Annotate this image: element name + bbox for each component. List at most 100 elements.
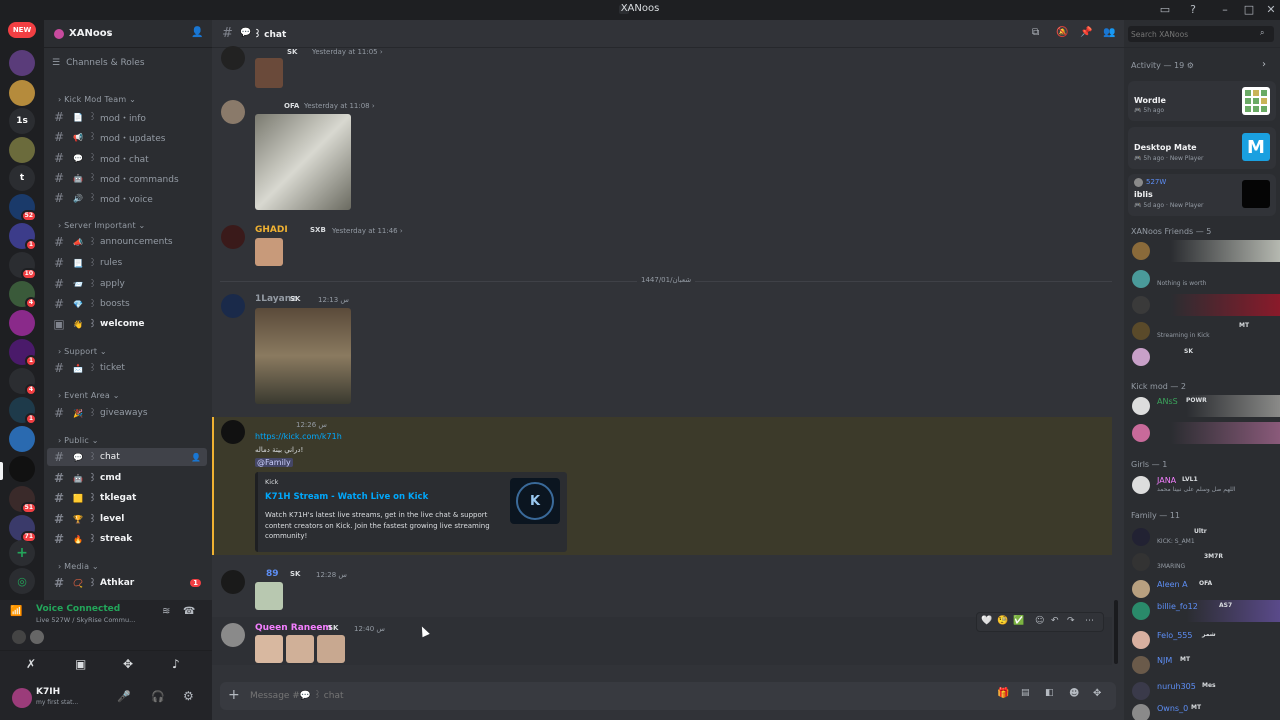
channel-chat[interactable]: # 💬 ꒱ chat 👤 xyxy=(47,448,207,466)
server-icon[interactable] xyxy=(9,137,35,163)
username[interactable]: Queen Raneem xyxy=(255,623,332,633)
activity-card[interactable]: 527W iblis 🎮 5d ago · New Player xyxy=(1128,174,1276,216)
maximize-icon[interactable]: □ xyxy=(1242,3,1256,16)
more-options-icon[interactable]: ⋯ xyxy=(1085,616,1094,626)
category-event-area[interactable]: › Event Area ⌄ xyxy=(58,391,120,400)
member-row[interactable]: SK xyxy=(1124,346,1280,368)
attachment-image[interactable] xyxy=(255,114,351,210)
upload-plus-icon[interactable]: + xyxy=(228,687,240,703)
gif-icon[interactable]: ▤ xyxy=(1021,688,1030,698)
category-server-important[interactable]: › Server Important ⌄ xyxy=(58,221,145,230)
member-row[interactable]: JANA LVL1 اللهم صل وسلم على نبينا محمد xyxy=(1124,474,1280,496)
channel-rules[interactable]: # 📃 ꒱ rules xyxy=(47,254,207,272)
member-row[interactable]: Owns_0 MT xyxy=(1124,702,1280,720)
reply-icon[interactable]: ↶ xyxy=(1051,616,1059,626)
member-row[interactable]: Nothing is worth xyxy=(1124,268,1280,290)
embed-title[interactable]: K71H Stream - Watch Live on Kick xyxy=(265,492,428,502)
avatar[interactable] xyxy=(221,420,245,444)
attachment-image[interactable] xyxy=(255,582,283,610)
server-icon[interactable]: 1s xyxy=(9,108,35,134)
avatar[interactable] xyxy=(221,570,245,594)
attachment-image[interactable] xyxy=(286,635,314,663)
member-row[interactable] xyxy=(1124,294,1280,316)
member-row[interactable] xyxy=(1124,240,1280,262)
message-input[interactable] xyxy=(250,688,950,704)
avatar[interactable] xyxy=(12,688,32,708)
channel-boosts[interactable]: # 💎 ꒱ boosts xyxy=(47,295,207,313)
emoji-icon[interactable]: ☻ xyxy=(1069,688,1079,699)
attachment-image[interactable] xyxy=(255,308,351,404)
attachment-image[interactable] xyxy=(255,58,283,88)
channel-tklegat[interactable]: # 🟨 ꒱ tklegat xyxy=(47,489,207,507)
disconnect-icon[interactable]: ☎ xyxy=(183,606,195,617)
avatar[interactable] xyxy=(221,623,245,647)
username[interactable]: 89 xyxy=(266,569,279,579)
help-icon[interactable]: ? xyxy=(1186,3,1200,16)
server-icon[interactable] xyxy=(9,426,35,452)
sticker-icon[interactable]: ◧ xyxy=(1045,688,1054,698)
inbox-icon[interactable]: ▭ xyxy=(1158,3,1172,16)
gear-icon[interactable]: ⚙ xyxy=(1187,61,1194,70)
channel-level[interactable]: # 🏆 ꒱ level xyxy=(47,510,207,528)
channel-giveaways[interactable]: # 🎉 ꒱ giveaways xyxy=(47,404,207,422)
add-server-icon[interactable]: + xyxy=(9,540,35,566)
invite-icon[interactable]: 👤 xyxy=(191,453,201,462)
attachment-image[interactable] xyxy=(317,635,345,663)
scrollbar[interactable] xyxy=(1114,600,1118,664)
category-kick-mod[interactable]: › Kick Mod Team ⌄ xyxy=(58,95,136,104)
voice-detail[interactable]: Live 527W / SkyRise Commu... xyxy=(36,616,135,624)
activity-card[interactable]: Wordle 🎮 5h ago xyxy=(1128,81,1276,121)
member-row[interactable]: Aleen A OFA xyxy=(1124,578,1280,600)
explore-icon[interactable]: ◎ xyxy=(9,568,35,594)
message-link[interactable]: https://kick.com/k71h xyxy=(255,432,342,441)
forward-icon[interactable]: ↷ xyxy=(1067,616,1075,626)
server-icon[interactable]: 51 xyxy=(9,486,37,514)
category-public[interactable]: › Public ⌄ xyxy=(58,436,99,445)
category-media[interactable]: › Media ⌄ xyxy=(58,562,99,571)
add-reaction-icon[interactable]: ☺ xyxy=(1035,616,1044,626)
server-icon[interactable]: 1 xyxy=(9,223,37,251)
member-row[interactable]: Ultr KICK: S_AM1 xyxy=(1124,526,1280,548)
channel-mod-updates[interactable]: # 📢 ꒱ mod・updates xyxy=(47,128,207,146)
emoji-reaction-icon[interactable]: 🧐 xyxy=(997,616,1008,626)
channel-mod-info[interactable]: # 📄 ꒱ mod・info xyxy=(47,108,207,126)
notification-bell-icon[interactable]: 🔕 xyxy=(1056,27,1068,38)
server-icon[interactable]: 1 xyxy=(9,397,37,425)
category-support[interactable]: › Support ⌄ xyxy=(58,347,107,356)
member-row[interactable]: billie_fo12 AS7 xyxy=(1124,600,1280,622)
member-list-icon[interactable]: 👥 xyxy=(1103,27,1115,38)
channel-athkar[interactable]: # 📿 ꒱ Athkar 1 xyxy=(47,574,207,592)
settings-gear-icon[interactable]: ⚙ xyxy=(183,689,194,703)
channels-roles-item[interactable]: ☰ Channels & Roles xyxy=(52,58,145,68)
apps-icon[interactable]: ✥ xyxy=(1093,688,1101,699)
channel-streak[interactable]: # 🔥 ꒱ streak xyxy=(47,530,207,548)
member-row[interactable]: MT Streaming in Kick xyxy=(1124,320,1280,342)
close-icon[interactable]: ✕ xyxy=(1264,3,1278,16)
pin-icon[interactable]: 📌 xyxy=(1080,27,1092,38)
server-icon[interactable]: 1 xyxy=(9,339,37,367)
channel-welcome[interactable]: ▣ 👋 ꒱ welcome xyxy=(47,315,207,333)
channel-mod-chat[interactable]: # 💬 ꒱ mod・chat xyxy=(47,149,207,167)
soundboard-icon[interactable]: ♪ xyxy=(172,657,180,671)
server-icon[interactable]: 71 xyxy=(9,515,37,543)
noise-suppression-icon[interactable]: ≋ xyxy=(162,606,170,617)
avatar[interactable] xyxy=(221,100,245,124)
server-icon[interactable]: 4 xyxy=(9,368,37,396)
embed-thumbnail[interactable]: K xyxy=(510,478,560,524)
avatar[interactable] xyxy=(221,46,245,70)
avatar[interactable] xyxy=(221,294,245,318)
member-row[interactable]: nuruh305 Mes xyxy=(1124,680,1280,702)
role-mention[interactable]: @Family xyxy=(255,458,293,467)
server-icon[interactable]: 52 xyxy=(9,194,37,222)
member-row[interactable]: NJM MT xyxy=(1124,654,1280,676)
channel-apply[interactable]: # 📨 ꒱ apply xyxy=(47,275,207,293)
member-row[interactable] xyxy=(1124,422,1280,444)
heart-reaction-icon[interactable]: 🤍 xyxy=(981,616,992,626)
search-input[interactable] xyxy=(1128,26,1274,42)
new-badge[interactable]: NEW xyxy=(8,22,36,38)
channel-cmd[interactable]: # 🤖 ꒱ cmd xyxy=(47,469,207,487)
video-off-icon[interactable]: ✗ xyxy=(26,657,36,671)
username[interactable]: GHADI xyxy=(255,225,288,235)
threads-icon[interactable]: ⧉ xyxy=(1032,27,1039,38)
minimize-icon[interactable]: – xyxy=(1218,3,1232,16)
